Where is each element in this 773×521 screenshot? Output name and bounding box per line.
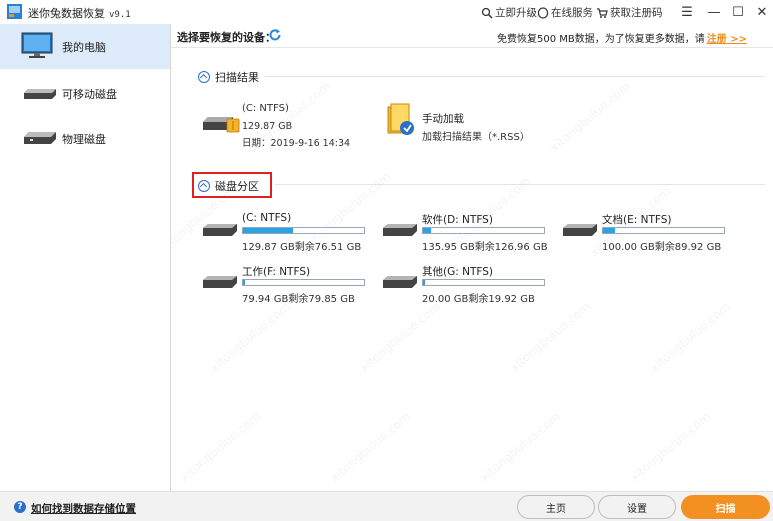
app-title: 迷你兔数据恢复 v9.1 — [28, 7, 131, 20]
scan-result-name: (C: NTFS) — [242, 103, 289, 114]
device-select-bar: 选择要恢复的设备： 免费恢复500 MB数据，为了恢复更多数据，请 注册 >> — [171, 24, 773, 48]
watermark-text: xitongbuluo.com — [547, 79, 634, 155]
help-question-icon: ? — [14, 501, 26, 513]
manual-load-subtitle: 加载扫描结果（*.RSS） — [422, 132, 530, 143]
home-button[interactable]: 主页 — [517, 495, 595, 519]
watermark-text: xitongbuluo.com — [327, 409, 414, 485]
usage-bar — [422, 279, 545, 286]
settings-button[interactable]: 设置 — [598, 495, 676, 519]
partition-name: 文档(E: NTFS) — [602, 214, 672, 226]
partition-usage: 20.00 GB剩余19.92 GB — [422, 294, 535, 305]
chat-bubble-icon — [537, 6, 549, 19]
search-magnify-icon — [481, 7, 493, 19]
watermark-text: xitongbuluo.com — [207, 299, 294, 375]
partition-usage: 129.87 GB剩余76.51 GB — [242, 242, 362, 253]
folder-load-icon — [387, 103, 414, 135]
drive-icon — [203, 276, 237, 288]
sidebar: 我的电脑 可移动磁盘 物理磁盘 — [0, 24, 171, 491]
section-divider — [265, 76, 765, 77]
watermark-text: xitongbuluo.com — [647, 299, 734, 375]
sidebar-item-label: 物理磁盘 — [62, 132, 106, 146]
drive-icon — [383, 224, 417, 236]
collapse-chevron-icon[interactable] — [198, 71, 210, 83]
partition-usage: 135.95 GB剩余126.96 GB — [422, 242, 548, 253]
scan-button[interactable]: 扫描 — [681, 495, 770, 519]
section-divider — [275, 184, 765, 185]
menu-button[interactable]: ☰ — [676, 2, 698, 22]
usage-bar — [422, 227, 545, 234]
sidebar-item-label: 可移动磁盘 — [62, 87, 117, 101]
manual-load-title: 手动加载 — [422, 113, 464, 125]
watermark-text: xitongbuluo.com — [477, 409, 564, 485]
watermark-text: xitongbuluo.com — [507, 299, 594, 375]
sidebar-item-my-computer[interactable]: 我的电脑 — [0, 24, 170, 69]
usage-bar — [602, 227, 725, 234]
partition-name: 其他(G: NTFS) — [422, 266, 493, 278]
sidebar-item-removable-disk[interactable]: 可移动磁盘 — [0, 71, 170, 116]
drive-icon — [563, 224, 597, 236]
partition-name: (C: NTFS) — [242, 212, 292, 224]
footer-bar: ? 如何找到数据存储位置 主页 设置 扫描 — [0, 491, 773, 521]
usage-bar-fill — [423, 280, 425, 285]
register-link[interactable]: 注册 >> — [707, 34, 747, 45]
minimize-button[interactable]: — — [703, 2, 725, 22]
sidebar-item-physical-disk[interactable]: 物理磁盘 — [0, 116, 170, 161]
usage-bar-fill — [423, 228, 432, 233]
select-device-label: 选择要恢复的设备： — [177, 31, 276, 44]
upgrade-link[interactable]: 立即升级 — [481, 5, 537, 20]
app-logo-icon — [7, 4, 22, 19]
highlight-box — [192, 172, 272, 198]
online-service-link[interactable]: 在线服务 — [537, 5, 593, 20]
partition-name: 软件(D: NTFS) — [422, 214, 493, 226]
sidebar-item-label: 我的电脑 — [62, 40, 106, 54]
maximize-button[interactable]: ☐ — [727, 2, 749, 22]
cart-icon — [597, 7, 608, 18]
drive-icon — [203, 224, 237, 236]
scan-result-size: 129.87 GB — [242, 121, 293, 132]
scan-result-date: 日期：2019-9-16 14:34 — [242, 138, 351, 149]
partition-usage: 100.00 GB剩余89.92 GB — [602, 242, 722, 253]
section-title: 扫描结果 — [215, 71, 259, 84]
drive-with-folder-icon — [203, 117, 240, 133]
get-code-link[interactable]: 获取注册码 — [596, 5, 663, 20]
help-link[interactable]: 如何找到数据存储位置 — [31, 501, 136, 516]
title-bar: 迷你兔数据恢复 v9.1 立即升级 在线服务 获取注册码 ☰ — ☐ ✕ — [0, 0, 773, 24]
watermark-text: xitongbuluo.com — [177, 409, 264, 485]
monitor-icon — [21, 32, 53, 58]
scan-results-header[interactable]: 扫描结果 — [198, 69, 259, 85]
usage-bar — [242, 279, 365, 286]
refresh-icon[interactable] — [268, 28, 282, 42]
partition-usage: 79.94 GB剩余79.85 GB — [242, 294, 355, 305]
watermark-text: xitongbuluo.com — [357, 299, 444, 375]
usage-bar-fill — [243, 228, 293, 233]
free-limit-notice: 免费恢复500 MB数据，为了恢复更多数据，请 注册 >> — [496, 34, 747, 45]
usage-bar — [242, 227, 365, 234]
removable-drive-icon — [24, 89, 56, 99]
watermark-text: xitongbuluo.com — [627, 409, 714, 485]
close-button[interactable]: ✕ — [751, 2, 773, 22]
usage-bar-fill — [603, 228, 616, 233]
usage-bar-fill — [243, 280, 245, 285]
partition-name: 工作(F: NTFS) — [242, 266, 311, 278]
drive-icon — [383, 276, 417, 288]
physical-disk-icon — [24, 132, 56, 144]
